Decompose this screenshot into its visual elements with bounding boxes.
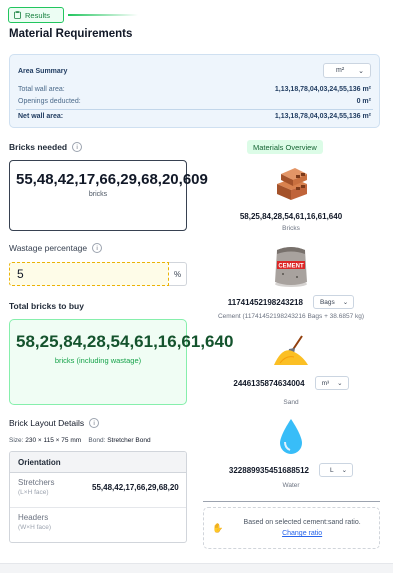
water-unit-select[interactable]: L ⌄	[319, 463, 354, 477]
net-wall-area-row: Net wall area: 1,13,18,78,04,03,24,55,13…	[18, 113, 371, 120]
size-label: Size:	[9, 437, 24, 444]
sand-overview-value: 2446135874634004	[233, 378, 305, 388]
bricks-material: 58,25,84,28,54,61,16,61,640 Bricks	[203, 162, 379, 232]
bricks-overview-caption: Bricks	[282, 225, 300, 232]
sand-material: 2446135874634004 m³ ⌄ Sand	[203, 333, 379, 406]
cement-bag-icon: CEMENT	[275, 247, 307, 287]
cement-bag-text: CEMENT	[278, 264, 304, 270]
brick-size-line: Size: 230 × 115 × 75 mm Bond: Stretcher …	[9, 437, 151, 444]
sand-overview-caption: Sand	[283, 399, 299, 406]
net-wall-area-value: 1,13,18,78,04,03,24,55,136 m²	[274, 113, 371, 120]
cement-overview-caption: Cement (11741452198243216 Bags + 38.6857…	[217, 313, 365, 320]
chevron-down-icon: ⌄	[358, 67, 364, 75]
change-ratio-link[interactable]: Change ratio	[282, 530, 322, 537]
water-overview-value: 322889935451688512	[228, 465, 309, 475]
table-row: Stretchers (L×H face) 55,48,42,17,66,29,…	[10, 473, 186, 508]
net-wall-area-label: Net wall area:	[18, 113, 64, 120]
water-overview-caption: Water	[282, 482, 300, 489]
hand-icon: ✋	[212, 522, 224, 533]
total-wall-area-value: 1,13,18,78,04,03,24,55,136 m²	[274, 86, 371, 93]
bricks-needed-box: 55,48,42,17,66,29,68,20,609 bricks	[9, 160, 208, 231]
overview-divider	[203, 501, 380, 502]
orientation-table[interactable]: Orientation Stretchers (L×H face) 55,48,…	[9, 451, 187, 543]
clipboard-icon	[14, 11, 21, 19]
wastage-label: Wastage percentage	[9, 243, 88, 253]
cement-unit-value: Bags	[319, 298, 335, 306]
results-badge: Results	[8, 7, 64, 23]
total-bricks-box: 58,25,84,28,54,61,16,61,640 bricks (incl…	[9, 319, 234, 405]
cement-unit-select[interactable]: Bags ⌄	[312, 295, 355, 309]
chevron-down-icon: ⌄	[342, 299, 349, 306]
bricks-needed-value: 55,48,42,17,66,29,68,20,609	[16, 171, 208, 188]
brick-stack-icon	[277, 168, 307, 200]
water-drop-icon	[280, 419, 302, 454]
total-bricks-unit: bricks (including wastage)	[54, 356, 142, 365]
area-unit-select[interactable]: m² ⌄	[323, 63, 371, 78]
bricks-needed-heading: Bricks needed i	[9, 142, 83, 152]
openings-deducted-value: 0 m²	[356, 98, 371, 105]
bond-label: Bond:	[88, 437, 106, 444]
bricks-needed-unit: bricks	[88, 191, 108, 198]
bricks-needed-label: Bricks needed	[9, 142, 68, 152]
water-unit-value: L	[330, 466, 334, 474]
info-icon[interactable]: i	[92, 243, 103, 253]
headers-dims: (W×H face)	[18, 524, 52, 531]
orientation-header-label: Orientation	[18, 457, 61, 467]
total-wall-area-row: Total wall area: 1,13,18,78,04,03,24,55,…	[18, 86, 371, 93]
openings-deducted-label: Openings deducted:	[18, 98, 81, 105]
wastage-input[interactable]: 5	[9, 262, 169, 286]
stretchers-value: 55,48,42,17,66,29,68,20	[92, 483, 179, 492]
cement-overview-value: 11741452198243218	[227, 297, 303, 307]
table-row: Headers (W×H face)	[10, 508, 186, 542]
bricks-overview-value: 58,25,84,28,54,61,16,61,640	[239, 212, 343, 221]
total-bricks-heading: Total bricks to buy	[9, 301, 84, 311]
orientation-table-header: Orientation	[10, 452, 186, 473]
sand-pile-icon	[274, 335, 308, 365]
total-bricks-label: Total bricks to buy	[9, 301, 84, 311]
info-icon[interactable]: i	[72, 142, 83, 152]
openings-deducted-row: Openings deducted: 0 m²	[18, 98, 371, 105]
area-unit-value: m²	[336, 67, 345, 74]
wastage-heading: Wastage percentage i	[9, 243, 103, 253]
water-material: 322889935451688512 L ⌄ Water	[203, 417, 379, 489]
ratio-note-text: Based on selected cement:sand ratio.	[243, 519, 361, 526]
materials-overview-title: Materials Overview	[247, 140, 323, 154]
wastage-unit: %	[169, 262, 187, 286]
area-summary-panel: Area Summary m² ⌄ Total wall area: 1,13,…	[9, 54, 380, 128]
area-summary-divider	[16, 109, 373, 110]
info-icon[interactable]: i	[89, 418, 100, 428]
headers-label: Headers	[18, 513, 49, 522]
results-label: Results	[25, 10, 51, 20]
total-bricks-value: 58,25,84,28,54,61,16,61,640	[16, 332, 234, 351]
bottom-bar	[0, 563, 393, 573]
ratio-note: ✋ Based on selected cement:sand ratio. C…	[203, 507, 380, 549]
layout-heading: Brick Layout Details i	[9, 418, 100, 428]
results-divider	[68, 14, 138, 16]
sand-unit-value: m³	[321, 379, 330, 387]
chevron-down-icon: ⌄	[341, 467, 348, 474]
layout-label: Brick Layout Details	[9, 418, 85, 428]
size-value: 230 × 115 × 75 mm	[25, 437, 82, 444]
bond-value: Stretcher Bond	[107, 437, 151, 444]
page-title: Material Requirements	[9, 28, 133, 40]
total-wall-area-label: Total wall area:	[18, 86, 65, 93]
area-summary-title: Area Summary	[18, 68, 68, 75]
sand-unit-select[interactable]: m³ ⌄	[314, 376, 349, 390]
cement-material: CEMENT 11741452198243218 Bags ⌄ Cement (…	[203, 244, 379, 320]
chevron-down-icon: ⌄	[337, 380, 343, 387]
